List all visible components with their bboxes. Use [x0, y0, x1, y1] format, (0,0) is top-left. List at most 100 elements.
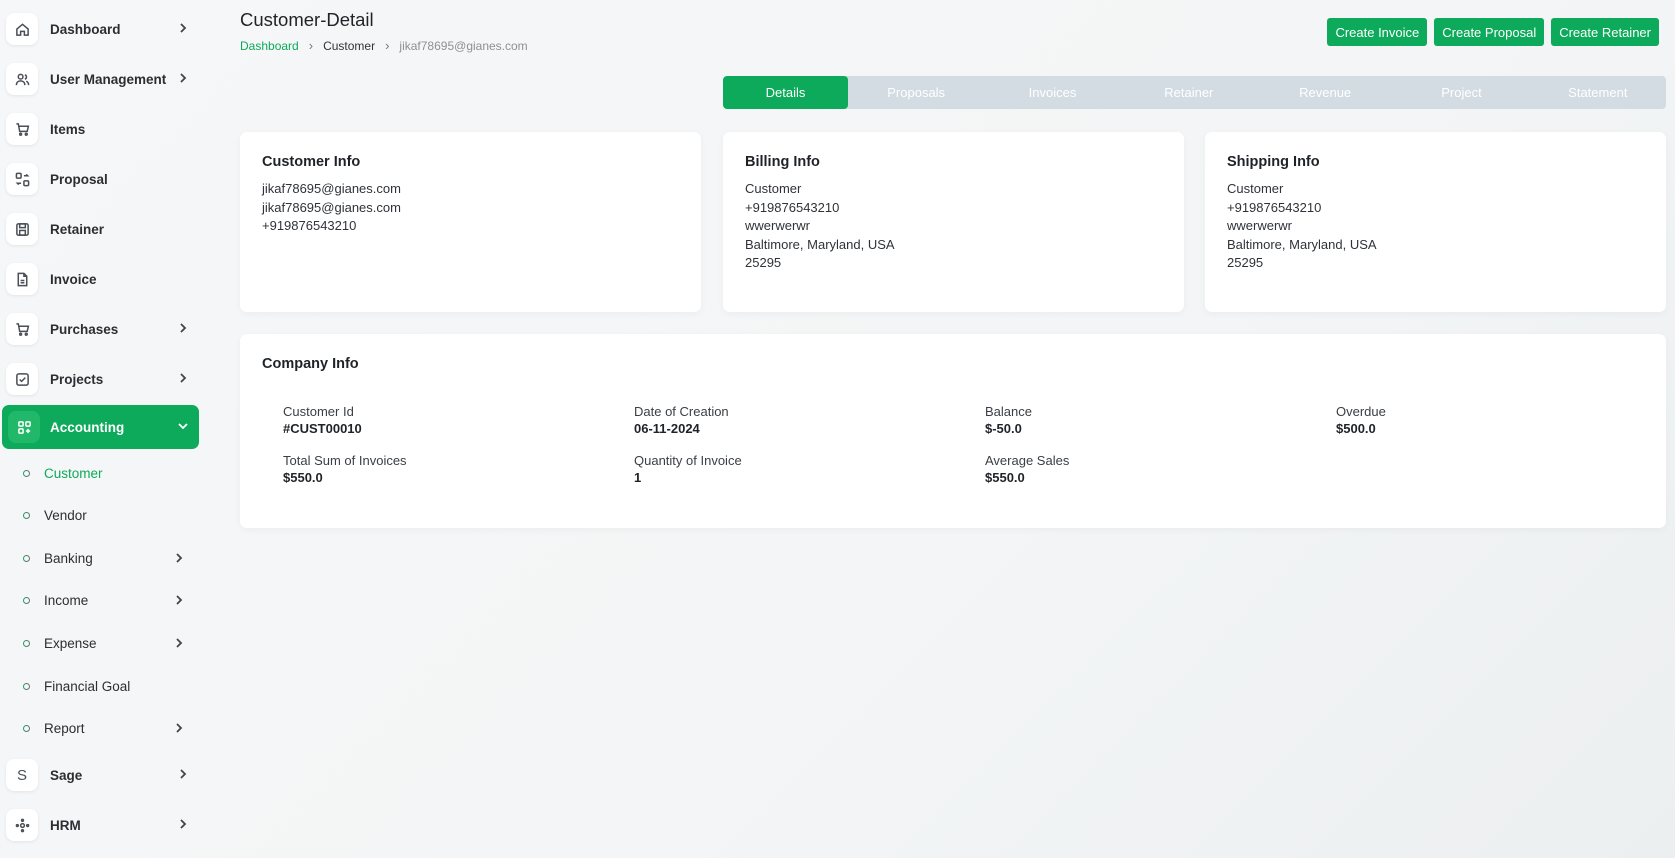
chevron-right-icon — [176, 21, 190, 35]
shipping-name: Customer — [1227, 181, 1284, 196]
info-value: $550.0 — [283, 470, 323, 485]
sidebar-subitem-income[interactable]: Income — [0, 585, 200, 615]
info-label: Overdue — [1336, 404, 1386, 419]
sidebar: Dashboard User Management Items Proposal… — [0, 0, 200, 858]
sidebar-item-accounting[interactable]: Accounting — [2, 405, 199, 449]
breadcrumb-dashboard-link[interactable]: Dashboard — [240, 39, 299, 53]
billing-city: Baltimore, Maryland, USA — [745, 236, 895, 252]
network-icon — [6, 809, 38, 841]
sidebar-item-label: Projects — [50, 371, 104, 387]
billing-zip: 25295 — [745, 255, 782, 270]
sidebar-item-label: User Management — [50, 71, 167, 87]
tab-revenue[interactable]: Revenue — [1257, 76, 1393, 109]
chevron-right-icon — [176, 71, 190, 85]
customer-tabs: Details Proposals Invoices Retainer Reve… — [723, 76, 1666, 109]
info-total-sum-invoices: Total Sum of Invoices $550.0 — [283, 452, 623, 487]
chevron-right-icon: › — [385, 38, 390, 53]
sidebar-item-label: Proposal — [50, 171, 108, 187]
sidebar-subitem-label: Banking — [44, 550, 93, 566]
sidebar-item-label: Dashboard — [50, 21, 121, 37]
card-lines: Customer +919876543210 wwerwerwr Baltimo… — [1227, 180, 1377, 273]
customer-email-secondary: jikaf78695@gianes.com — [262, 199, 401, 215]
sidebar-item-items[interactable]: Items — [0, 107, 200, 151]
sidebar-item-hrm[interactable]: HRM — [0, 803, 200, 847]
bullet-icon — [23, 639, 30, 647]
checkbox-icon — [6, 363, 38, 395]
tab-details[interactable]: Details — [723, 76, 848, 109]
info-value: $500.0 — [1336, 421, 1376, 436]
sidebar-item-sage[interactable]: S Sage — [0, 753, 200, 797]
sidebar-item-label: Retainer — [50, 221, 105, 237]
sidebar-subitem-banking[interactable]: Banking — [0, 543, 200, 573]
create-retainer-button[interactable]: Create Retainer — [1551, 18, 1659, 46]
billing-name: Customer — [745, 181, 802, 196]
info-customer-id: Customer Id #CUST00010 — [283, 403, 623, 438]
bullet-icon — [23, 511, 30, 519]
sidebar-item-label: Sage — [50, 767, 83, 783]
breadcrumb: Dashboard › Customer › jikaf78695@gianes… — [240, 38, 528, 53]
home-icon — [6, 13, 38, 45]
cart-icon — [6, 313, 38, 345]
info-label: Date of Creation — [634, 404, 729, 419]
card-title: Customer Info — [262, 154, 361, 170]
card-lines: jikaf78695@gianes.com jikaf78695@gianes.… — [262, 180, 401, 236]
sidebar-item-user-management[interactable]: User Management — [0, 57, 200, 101]
info-quantity-invoice: Quantity of Invoice 1 — [634, 452, 974, 487]
bullet-icon — [23, 469, 30, 477]
grid-icon — [8, 411, 40, 443]
sidebar-subitem-label: Vendor — [44, 507, 87, 523]
info-label: Total Sum of Invoices — [283, 453, 407, 468]
sidebar-subitem-report[interactable]: Report — [0, 713, 200, 743]
sidebar-item-proposal[interactable]: Proposal — [0, 157, 200, 201]
tab-project[interactable]: Project — [1393, 76, 1529, 109]
sidebar-item-label: Items — [50, 121, 86, 137]
info-value: $550.0 — [985, 470, 1025, 485]
chevron-down-icon — [176, 419, 190, 433]
shipping-city: Baltimore, Maryland, USA — [1227, 236, 1377, 252]
sidebar-item-label: Accounting — [50, 419, 125, 435]
sidebar-subitem-customer[interactable]: Customer — [0, 458, 200, 488]
sidebar-item-retainer[interactable]: Retainer — [0, 207, 200, 251]
tab-proposals[interactable]: Proposals — [848, 76, 984, 109]
s-letter-icon: S — [6, 759, 38, 791]
customer-phone: +919876543210 — [262, 218, 357, 233]
users-icon — [6, 63, 38, 95]
create-proposal-button[interactable]: Create Proposal — [1434, 18, 1545, 46]
sidebar-item-label: Purchases — [50, 321, 119, 337]
card-title: Billing Info — [745, 154, 820, 170]
info-value: 1 — [634, 470, 642, 485]
sidebar-subitem-label: Report — [44, 720, 85, 736]
sidebar-item-label: HRM — [50, 817, 81, 833]
shipping-info-card: Shipping Info Customer +919876543210 wwe… — [1205, 132, 1666, 312]
chevron-right-icon — [176, 371, 190, 385]
file-icon — [6, 263, 38, 295]
info-label: Quantity of Invoice — [634, 453, 742, 468]
info-average-sales: Average Sales $550.0 — [985, 452, 1325, 487]
sidebar-subitem-expense[interactable]: Expense — [0, 628, 200, 658]
sidebar-item-invoice[interactable]: Invoice — [0, 257, 200, 301]
tab-invoices[interactable]: Invoices — [984, 76, 1120, 109]
chevron-right-icon: › — [308, 38, 314, 53]
tab-statement[interactable]: Statement — [1530, 76, 1666, 109]
sidebar-subitem-financial-goal[interactable]: Financial Goal — [0, 671, 200, 701]
create-invoice-button[interactable]: Create Invoice — [1327, 18, 1428, 46]
info-balance: Balance $-50.0 — [985, 403, 1325, 438]
header-actions: Create Invoice Create Proposal Create Re… — [1327, 18, 1659, 46]
chevron-right-icon — [172, 593, 186, 607]
page-title: Customer-Detail — [240, 9, 374, 30]
sidebar-item-purchases[interactable]: Purchases — [0, 307, 200, 351]
tab-retainer[interactable]: Retainer — [1121, 76, 1257, 109]
bullet-icon — [23, 724, 30, 732]
customer-info-card: Customer Info jikaf78695@gianes.com jika… — [240, 132, 701, 312]
info-value: $-50.0 — [985, 421, 1022, 436]
sidebar-subitem-vendor[interactable]: Vendor — [0, 500, 200, 530]
breadcrumb-customer-link[interactable]: Customer — [323, 39, 375, 53]
info-value: 06-11-2024 — [634, 421, 700, 436]
sidebar-item-projects[interactable]: Projects — [0, 357, 200, 401]
info-date-of-creation: Date of Creation 06-11-2024 — [634, 403, 974, 438]
chevron-right-icon — [176, 321, 190, 335]
customer-email: jikaf78695@gianes.com — [262, 181, 401, 196]
chevron-right-icon — [176, 767, 190, 781]
breadcrumb-current: jikaf78695@gianes.com — [399, 38, 528, 53]
sidebar-item-dashboard[interactable]: Dashboard — [0, 7, 200, 51]
